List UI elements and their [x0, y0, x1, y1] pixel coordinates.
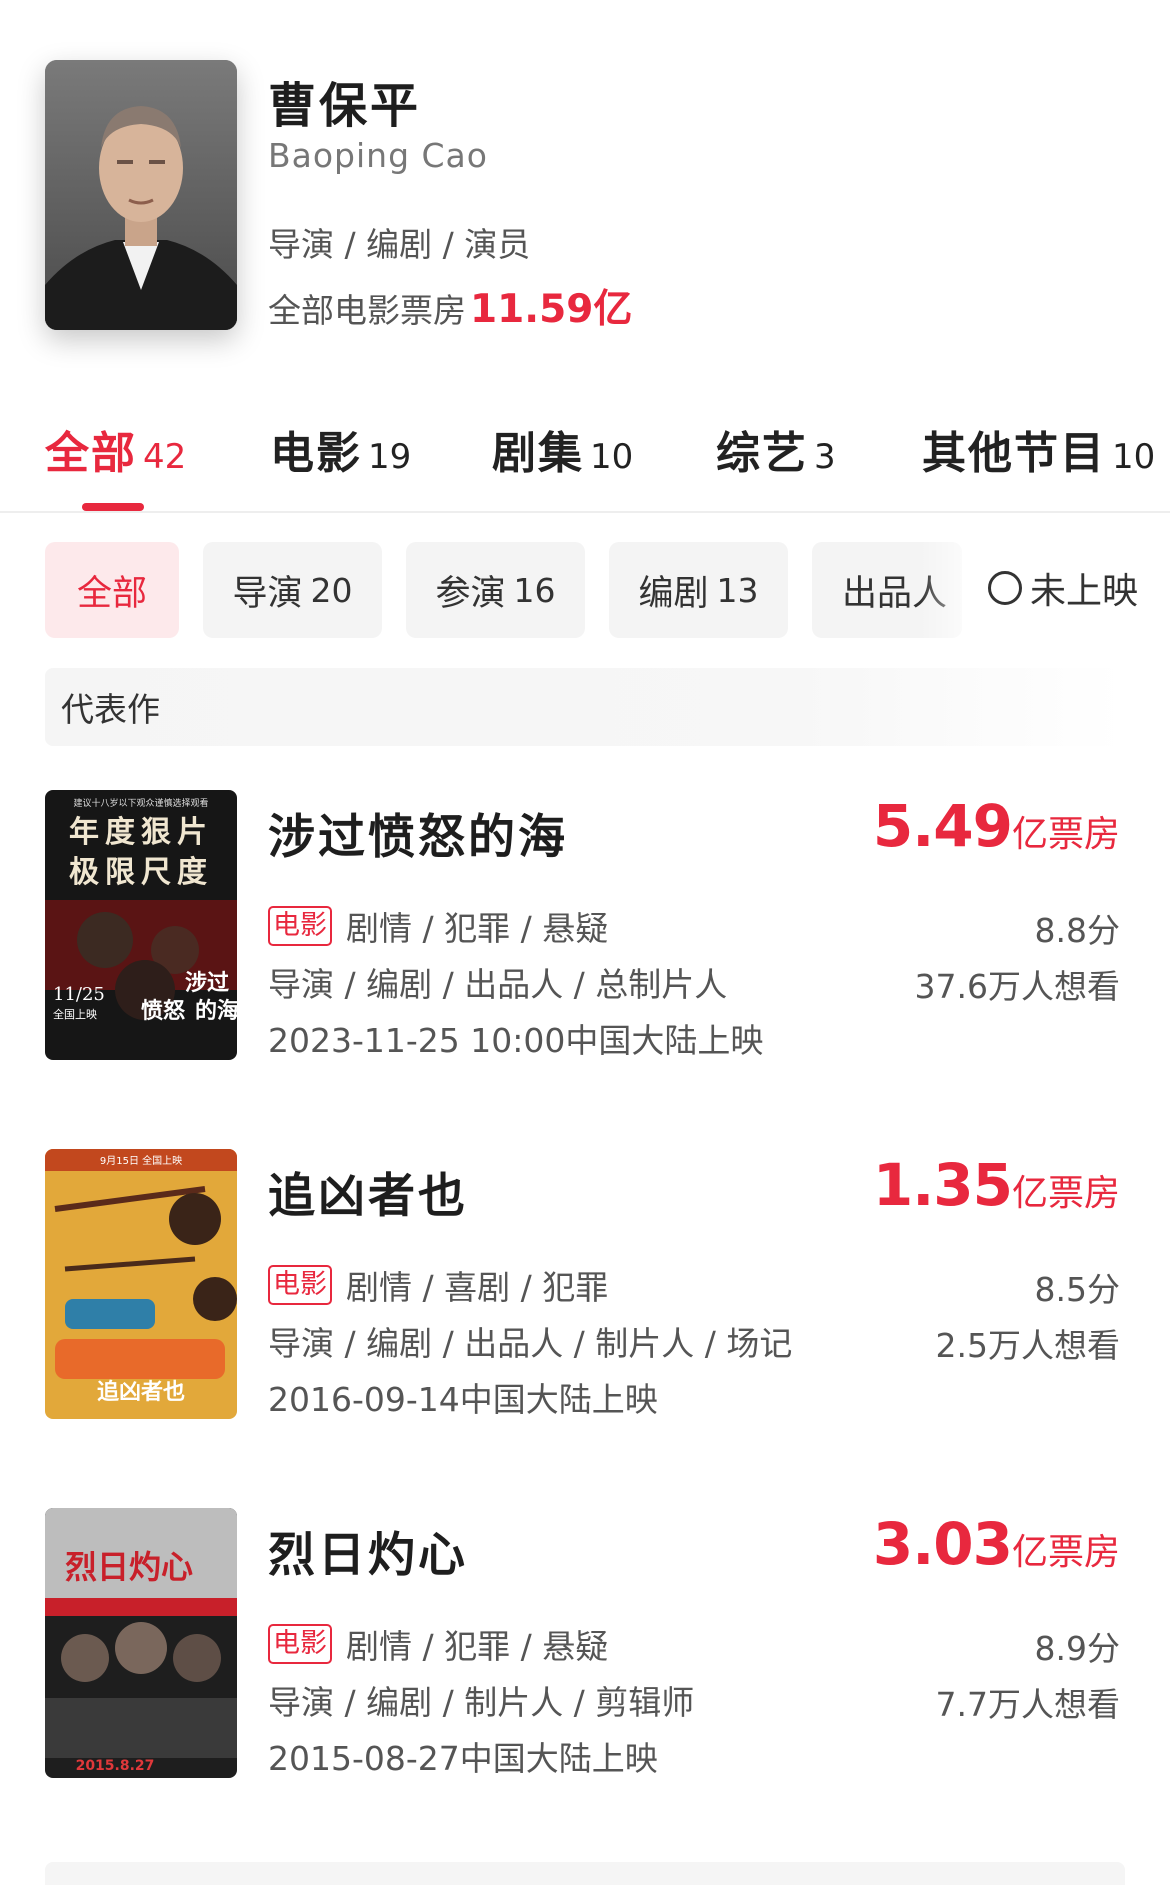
work-card[interactable]: 建议十八岁以下观众谨慎选择观看 年度狠片 极限尺度 11/25 全国上映 涉过 …	[0, 790, 1170, 1090]
section-title: 代表作	[61, 690, 160, 729]
tab-variety[interactable]: 综艺 3	[716, 417, 836, 481]
tab-count: 10	[1112, 437, 1156, 477]
work-release-date: 2016-09-14中国大陆上映	[268, 1380, 658, 1419]
box-office-unit: 亿票房	[1011, 814, 1120, 855]
work-card[interactable]: 9月15日 全国上映 追凶者也 追凶者也 1.35亿票房 电影 剧情 / 喜剧 /…	[0, 1149, 1170, 1449]
chip-count: 20	[310, 570, 353, 610]
filter-chip-all[interactable]: 全部	[45, 542, 179, 638]
tab-series[interactable]: 剧集 10	[492, 417, 633, 481]
work-poster[interactable]: 烈日灼心 2015.8.27	[45, 1508, 237, 1778]
work-score: 8.5分	[1034, 1270, 1120, 1309]
tab-count: 3	[814, 437, 836, 477]
work-poster[interactable]: 建议十八岁以下观众谨慎选择观看 年度狠片 极限尺度 11/25 全国上映 涉过 …	[45, 790, 237, 1060]
radio-circle-icon	[988, 571, 1022, 605]
poster-release: 9月15日 全国上映	[100, 1154, 182, 1167]
poster-title-3: 的海	[195, 998, 237, 1024]
poster-image: 烈日灼心 2015.8.27	[45, 1508, 237, 1778]
total-box-office: 全部电影票房 11.59亿	[268, 278, 632, 334]
work-title[interactable]: 追凶者也	[268, 1157, 468, 1226]
person-name-cn: 曹保平	[268, 78, 422, 134]
person-avatar[interactable]	[45, 60, 237, 330]
section-header: 代表作	[45, 668, 1125, 746]
tab-label: 其他节目	[922, 428, 1106, 479]
chip-label: 全部	[76, 573, 147, 614]
poster-image: 建议十八岁以下观众谨慎选择观看 年度狠片 极限尺度 11/25 全国上映 涉过 …	[45, 790, 237, 1060]
work-title[interactable]: 烈日灼心	[268, 1516, 468, 1585]
box-office-unit: 亿票房	[1011, 1173, 1120, 1214]
poster-warning: 建议十八岁以下观众谨慎选择观看	[73, 797, 208, 809]
person-photo	[45, 60, 237, 330]
work-box-office: 5.49亿票房	[873, 792, 1120, 860]
tab-count: 19	[368, 437, 412, 477]
poster-title: 烈日灼心	[65, 1548, 193, 1586]
poster-tagline-2: 极限尺度	[69, 855, 213, 890]
work-genres: 剧情 / 犯罪 / 悬疑	[346, 909, 609, 948]
work-poster[interactable]: 9月15日 全国上映 追凶者也	[45, 1149, 237, 1419]
tab-all[interactable]: 全部 42	[45, 417, 186, 481]
work-want-count: 37.6万人想看	[914, 967, 1120, 1006]
box-office-number: 1.35	[872, 1151, 1013, 1219]
work-genres: 剧情 / 喜剧 / 犯罪	[346, 1268, 609, 1307]
poster-date: 11/25	[53, 984, 105, 1005]
work-genres: 剧情 / 犯罪 / 悬疑	[346, 1627, 609, 1666]
work-genre-row: 电影 剧情 / 喜剧 / 犯罪	[268, 1261, 608, 1309]
next-section-edge	[45, 1862, 1125, 1885]
chip-count: 13	[716, 570, 759, 610]
tab-movies[interactable]: 电影 19	[270, 417, 411, 481]
work-genre-row: 电影 剧情 / 犯罪 / 悬疑	[268, 1620, 608, 1668]
work-want-count: 7.7万人想看	[935, 1685, 1120, 1724]
type-tag: 电影	[268, 1624, 332, 1664]
poster-image: 9月15日 全国上映 追凶者也	[45, 1149, 237, 1419]
unreleased-label: 未上映	[1030, 571, 1139, 612]
box-office-number: 3.03	[872, 1510, 1013, 1578]
filter-chip-writer[interactable]: 编剧 13	[609, 542, 788, 638]
chip-label: 导演	[232, 573, 303, 614]
tab-label: 综艺	[716, 428, 808, 479]
tab-label: 全部	[45, 428, 137, 479]
profile-header: 曹保平 Baoping Cao 导演 / 编剧 / 演员 全部电影票房 11.59…	[0, 0, 1170, 370]
poster-title-2: 愤怒	[141, 998, 185, 1024]
poster-release: 全国上映	[53, 1007, 97, 1021]
box-office-unit: 亿票房	[1011, 1532, 1120, 1573]
chip-count: 16	[513, 570, 556, 610]
work-score: 8.8分	[1034, 911, 1120, 950]
work-box-office: 3.03亿票房	[873, 1510, 1120, 1578]
work-release-date: 2015-08-27中国大陆上映	[268, 1739, 658, 1778]
poster-date: 2015.8.27	[76, 1758, 155, 1774]
person-roles: 导演 / 编剧 / 演员	[268, 225, 531, 264]
role-filter-bar: 全部 导演 20 参演 16 编剧 13 出品人 未上映	[0, 540, 1170, 640]
active-tab-indicator	[82, 503, 144, 511]
tab-count: 10	[590, 437, 634, 477]
total-box-office-value: 11.59亿	[470, 287, 633, 332]
poster-title-1: 涉过	[185, 970, 229, 996]
chip-label: 参演	[435, 573, 506, 614]
total-box-office-label: 全部电影票房	[268, 291, 466, 330]
filter-chip-actor[interactable]: 参演 16	[406, 542, 585, 638]
work-box-office: 1.35亿票房	[873, 1151, 1120, 1219]
work-jobs: 导演 / 编剧 / 出品人 / 制片人 / 场记	[268, 1324, 793, 1363]
work-jobs: 导演 / 编剧 / 出品人 / 总制片人	[268, 965, 728, 1004]
work-release-date: 2023-11-25 10:00中国大陆上映	[268, 1021, 764, 1060]
work-score: 8.9分	[1034, 1629, 1120, 1668]
type-tag: 电影	[268, 906, 332, 946]
work-want-count: 2.5万人想看	[935, 1326, 1120, 1365]
box-office-number: 5.49	[872, 792, 1013, 860]
tab-count: 42	[143, 437, 187, 477]
poster-tagline-1: 年度狠片	[69, 815, 213, 850]
work-jobs: 导演 / 编剧 / 制片人 / 剪辑师	[268, 1683, 695, 1722]
poster-title: 追凶者也	[97, 1379, 185, 1405]
filter-chip-director[interactable]: 导演 20	[203, 542, 382, 638]
work-card[interactable]: 烈日灼心 2015.8.27 烈日灼心 3.03亿票房 电影 剧情 / 犯罪 / …	[0, 1508, 1170, 1808]
type-tag: 电影	[268, 1265, 332, 1305]
tab-label: 电影	[270, 428, 362, 479]
person-name-en: Baoping Cao	[268, 136, 488, 175]
tab-label: 剧集	[492, 428, 584, 479]
work-title[interactable]: 涉过愤怒的海	[268, 798, 568, 867]
unreleased-toggle[interactable]: 未上映	[988, 562, 1138, 614]
category-tabs: 全部 42 电影 19 剧集 10 综艺 3 其他节目 10	[0, 405, 1170, 513]
chip-label: 编剧	[638, 573, 709, 614]
work-genre-row: 电影 剧情 / 犯罪 / 悬疑	[268, 902, 608, 950]
tab-other-programs[interactable]: 其他节目 10	[922, 417, 1155, 481]
